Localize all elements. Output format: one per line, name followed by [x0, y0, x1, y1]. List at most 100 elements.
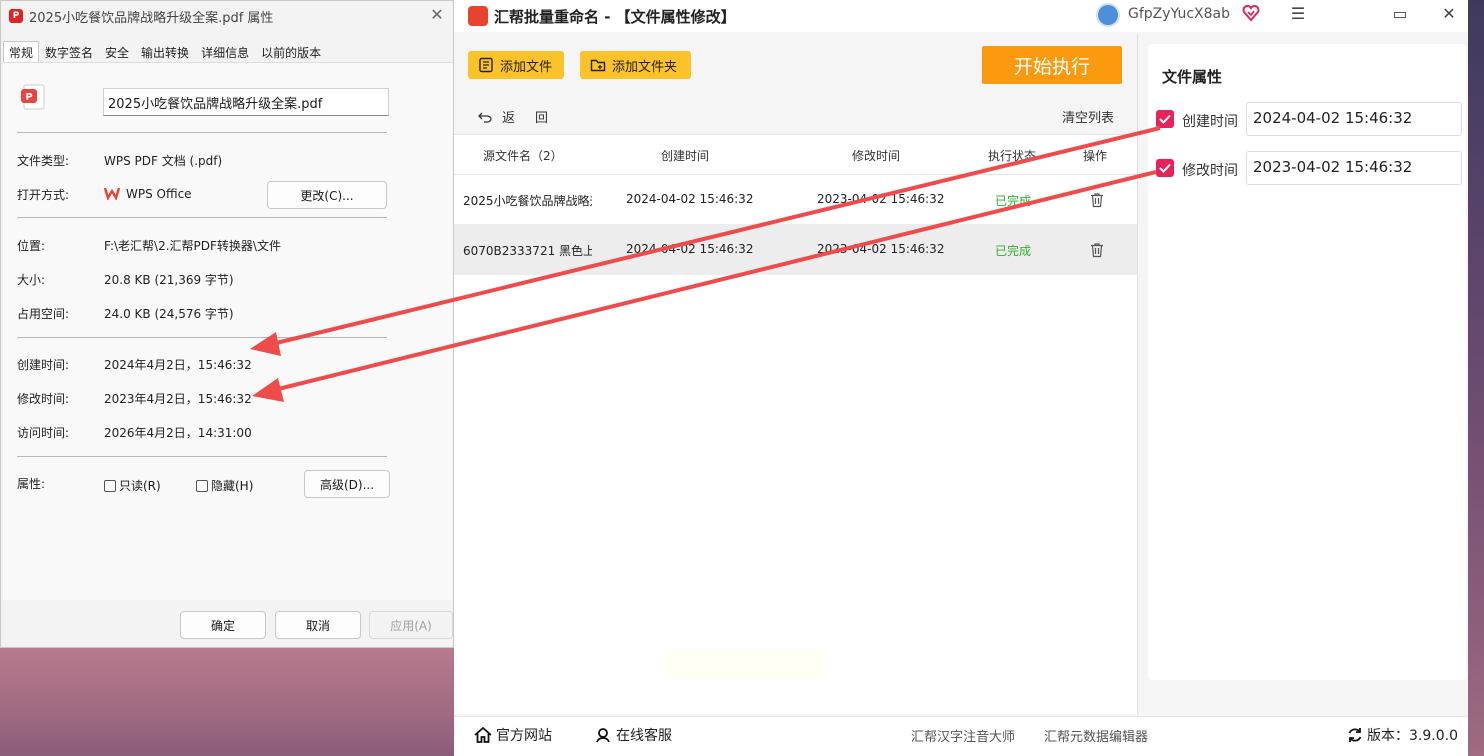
- accessed-value: 2026年4月2日，14:31:00: [104, 426, 252, 440]
- tab-previous-versions[interactable]: 以前的版本: [255, 41, 327, 63]
- location-value: F:\老汇帮\2.汇帮PDF转换器\文件: [104, 239, 281, 253]
- table-header: 源文件名（2） 创建时间 修改时间 执行状态 操作: [454, 135, 1137, 175]
- dialog-title: 2025小吃餐饮品牌战略升级全案.pdf 属性: [29, 10, 274, 26]
- col-action: 操作: [1083, 149, 1108, 163]
- tab-general[interactable]: 常规: [3, 41, 40, 63]
- modified-time-input[interactable]: 2023-04-02 15:46:32: [1246, 151, 1462, 185]
- tab-security[interactable]: 安全: [99, 41, 135, 63]
- modified-time-label: 修改时间: [1182, 163, 1238, 179]
- check-icon: [1159, 163, 1171, 173]
- row-created: 2024-04-02 15:46:32: [626, 192, 754, 206]
- watermark: [664, 649, 824, 679]
- table-row[interactable]: 6070B2333721 黑色上衣 2024-04-02 15:46:32 20…: [454, 225, 1137, 275]
- change-button[interactable]: 更改(C)...: [267, 181, 387, 209]
- col-status: 执行状态: [988, 149, 1037, 163]
- open-with-value: WPS Office: [104, 186, 192, 201]
- divider: [17, 132, 387, 133]
- modified-label: 修改时间:: [17, 392, 70, 406]
- app-titlebar: 汇帮批量重命名 - 【文件属性修改】 GfpZyYucX8ab ☰ ▭ ✕: [454, 0, 1468, 32]
- official-site-link[interactable]: 官方网站: [474, 725, 552, 745]
- modified-value: 2023年4月2日，15:46:32: [104, 392, 252, 406]
- support-icon: [596, 728, 610, 743]
- disk-size-value: 24.0 KB (24,576 字节): [104, 307, 234, 321]
- col-modified: 修改时间: [852, 149, 901, 163]
- file-list-icon: [479, 57, 493, 73]
- dialog-titlebar: P 2025小吃餐饮品牌战略升级全案.pdf 属性: [1, 1, 453, 31]
- row-filename: 2025小吃餐饮品牌战略升级全案.pdf: [463, 194, 592, 208]
- open-with-label: 打开方式:: [17, 188, 70, 202]
- back-label-2: 回: [535, 111, 549, 126]
- online-service-link[interactable]: 在线客服: [594, 725, 672, 745]
- online-service-label: 在线客服: [616, 728, 672, 744]
- row-status: 已完成: [995, 244, 1032, 258]
- add-file-button[interactable]: 添加文件: [468, 51, 564, 79]
- row-status: 已完成: [995, 194, 1032, 208]
- close-icon[interactable]: ✕: [427, 5, 447, 24]
- back-button[interactable]: 返 回: [478, 107, 548, 126]
- cancel-button[interactable]: 取消: [275, 611, 361, 639]
- version-label: 版本：3.9.0.0: [1367, 728, 1458, 744]
- pdf-icon: P: [9, 9, 23, 23]
- size-label: 大小:: [17, 273, 46, 287]
- table-row[interactable]: 2025小吃餐饮品牌战略升级全案.pdf 2024-04-02 15:46:32…: [454, 175, 1137, 225]
- product-link[interactable]: 汇帮汉字注音大师: [911, 726, 1015, 745]
- file-list: 源文件名（2） 创建时间 修改时间 执行状态 操作 2025小吃餐饮品牌战略升级…: [454, 134, 1137, 714]
- row-modified: 2023-04-02 15:46:32: [817, 242, 945, 256]
- apply-button[interactable]: 应用(A): [369, 611, 453, 639]
- app-title: 汇帮批量重命名 - 【文件属性修改】: [494, 8, 736, 26]
- tab-strip: 常规 数字签名 安全 输出转换 详细信息 以前的版本: [3, 41, 327, 63]
- add-file-label: 添加文件: [500, 59, 553, 75]
- created-checkbox[interactable]: [1156, 110, 1174, 128]
- open-with-app: WPS Office: [126, 187, 192, 201]
- size-value: 20.8 KB (21,369 字节): [104, 273, 234, 287]
- created-time-label: 创建时间: [1182, 114, 1238, 130]
- official-site-label: 官方网站: [496, 728, 552, 744]
- divider: [17, 217, 387, 218]
- avatar[interactable]: [1096, 3, 1120, 27]
- username[interactable]: GfpZyYucX8ab: [1128, 6, 1230, 22]
- svg-text:P: P: [25, 92, 32, 103]
- vip-heart-icon[interactable]: [1242, 4, 1260, 22]
- wps-icon: [104, 187, 120, 200]
- maximize-icon[interactable]: ▭: [1388, 4, 1412, 23]
- accessed-label: 访问时间:: [17, 426, 70, 440]
- created-time-input[interactable]: 2024-04-02 15:46:32: [1246, 102, 1462, 136]
- back-arrow-icon: [478, 112, 492, 123]
- tab-signature[interactable]: 数字签名: [39, 41, 99, 63]
- start-button[interactable]: 开始执行: [982, 46, 1122, 84]
- filename-field[interactable]: 2025小吃餐饮品牌战略升级全案.pdf: [103, 88, 389, 116]
- row-filename: 6070B2333721 黑色上衣: [463, 244, 592, 258]
- ok-button[interactable]: 确定: [180, 611, 266, 639]
- desktop-background: [0, 648, 460, 756]
- menu-icon[interactable]: ☰: [1286, 4, 1310, 23]
- modified-checkbox[interactable]: [1156, 159, 1174, 177]
- col-filename: 源文件名（2）: [483, 149, 563, 163]
- footer-bar: 官方网站 在线客服 汇帮汉字注音大师 汇帮元数据编辑器 版本：3.9.0.0: [454, 716, 1468, 756]
- advanced-button[interactable]: 高级(D)...: [304, 470, 390, 498]
- trash-icon[interactable]: [1090, 242, 1104, 258]
- close-icon[interactable]: ✕: [1437, 4, 1461, 23]
- file-attribute-panel: 文件属性 创建时间 2024-04-02 15:46:32 修改时间 2023-…: [1148, 44, 1466, 680]
- back-label: 返: [502, 111, 516, 126]
- clear-list-button[interactable]: 清空列表: [1062, 107, 1114, 126]
- row-created: 2024-04-02 15:46:32: [626, 242, 754, 256]
- tab-output[interactable]: 输出转换: [135, 41, 195, 63]
- general-tab-content: [3, 62, 453, 600]
- tab-details[interactable]: 详细信息: [195, 41, 255, 63]
- file-type-label: 文件类型:: [17, 154, 70, 168]
- pdf-file-icon: P: [21, 84, 45, 110]
- desktop-background-right: [1468, 0, 1484, 756]
- hidden-checkbox[interactable]: 隐藏(H): [196, 477, 253, 494]
- version-info[interactable]: 版本：3.9.0.0: [1347, 725, 1458, 745]
- divider: [17, 337, 387, 338]
- location-label: 位置:: [17, 239, 46, 253]
- checkbox-box[interactable]: [104, 479, 116, 492]
- readonly-checkbox[interactable]: 只读(R): [104, 477, 161, 494]
- add-folder-button[interactable]: 添加文件夹: [580, 51, 691, 79]
- check-icon: [1159, 114, 1171, 124]
- folder-plus-icon: [590, 59, 606, 72]
- checkbox-box[interactable]: [196, 479, 208, 492]
- refresh-icon: [1348, 728, 1362, 742]
- product-link[interactable]: 汇帮元数据编辑器: [1044, 726, 1148, 745]
- trash-icon[interactable]: [1090, 192, 1104, 208]
